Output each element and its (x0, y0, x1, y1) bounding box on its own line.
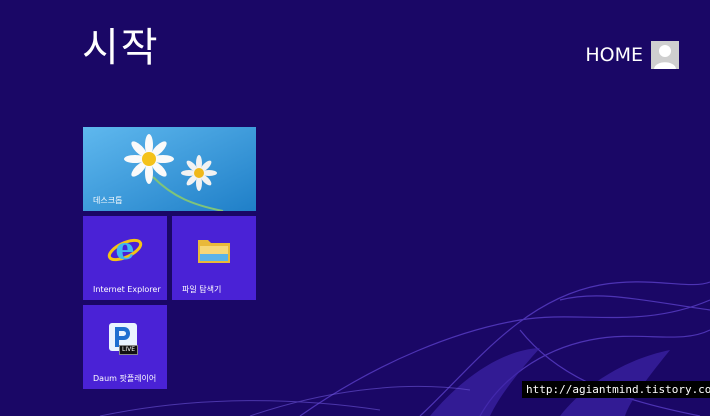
svg-text:e: e (115, 232, 134, 267)
folder-icon (198, 240, 230, 263)
tile-file-explorer-label: 파일 탐색기 (182, 285, 222, 294)
tile-daum-potplayer[interactable]: LIVE Daum 팟플레이어 (83, 305, 167, 389)
live-badge: LIVE (119, 345, 139, 355)
user-account-button[interactable]: HOME (585, 41, 679, 69)
tile-file-explorer[interactable]: 파일 탐색기 (172, 216, 256, 300)
internet-explorer-icon: e (107, 232, 143, 267)
tile-desktop-label: 데스크톱 (93, 196, 123, 205)
tile-internet-explorer[interactable]: e Internet Explorer (83, 216, 167, 300)
user-name: HOME (585, 44, 643, 66)
tile-daum-potplayer-label: Daum 팟플레이어 (93, 374, 157, 383)
start-screen-title: 시작 (82, 25, 160, 71)
watermark-url: http://agiantmind.tistory.com (522, 381, 710, 398)
user-avatar-icon (651, 41, 679, 69)
tile-internet-explorer-label: Internet Explorer (93, 285, 161, 294)
potplayer-live-icon: LIVE (107, 321, 143, 357)
tile-desktop[interactable]: 데스크톱 (83, 127, 256, 211)
